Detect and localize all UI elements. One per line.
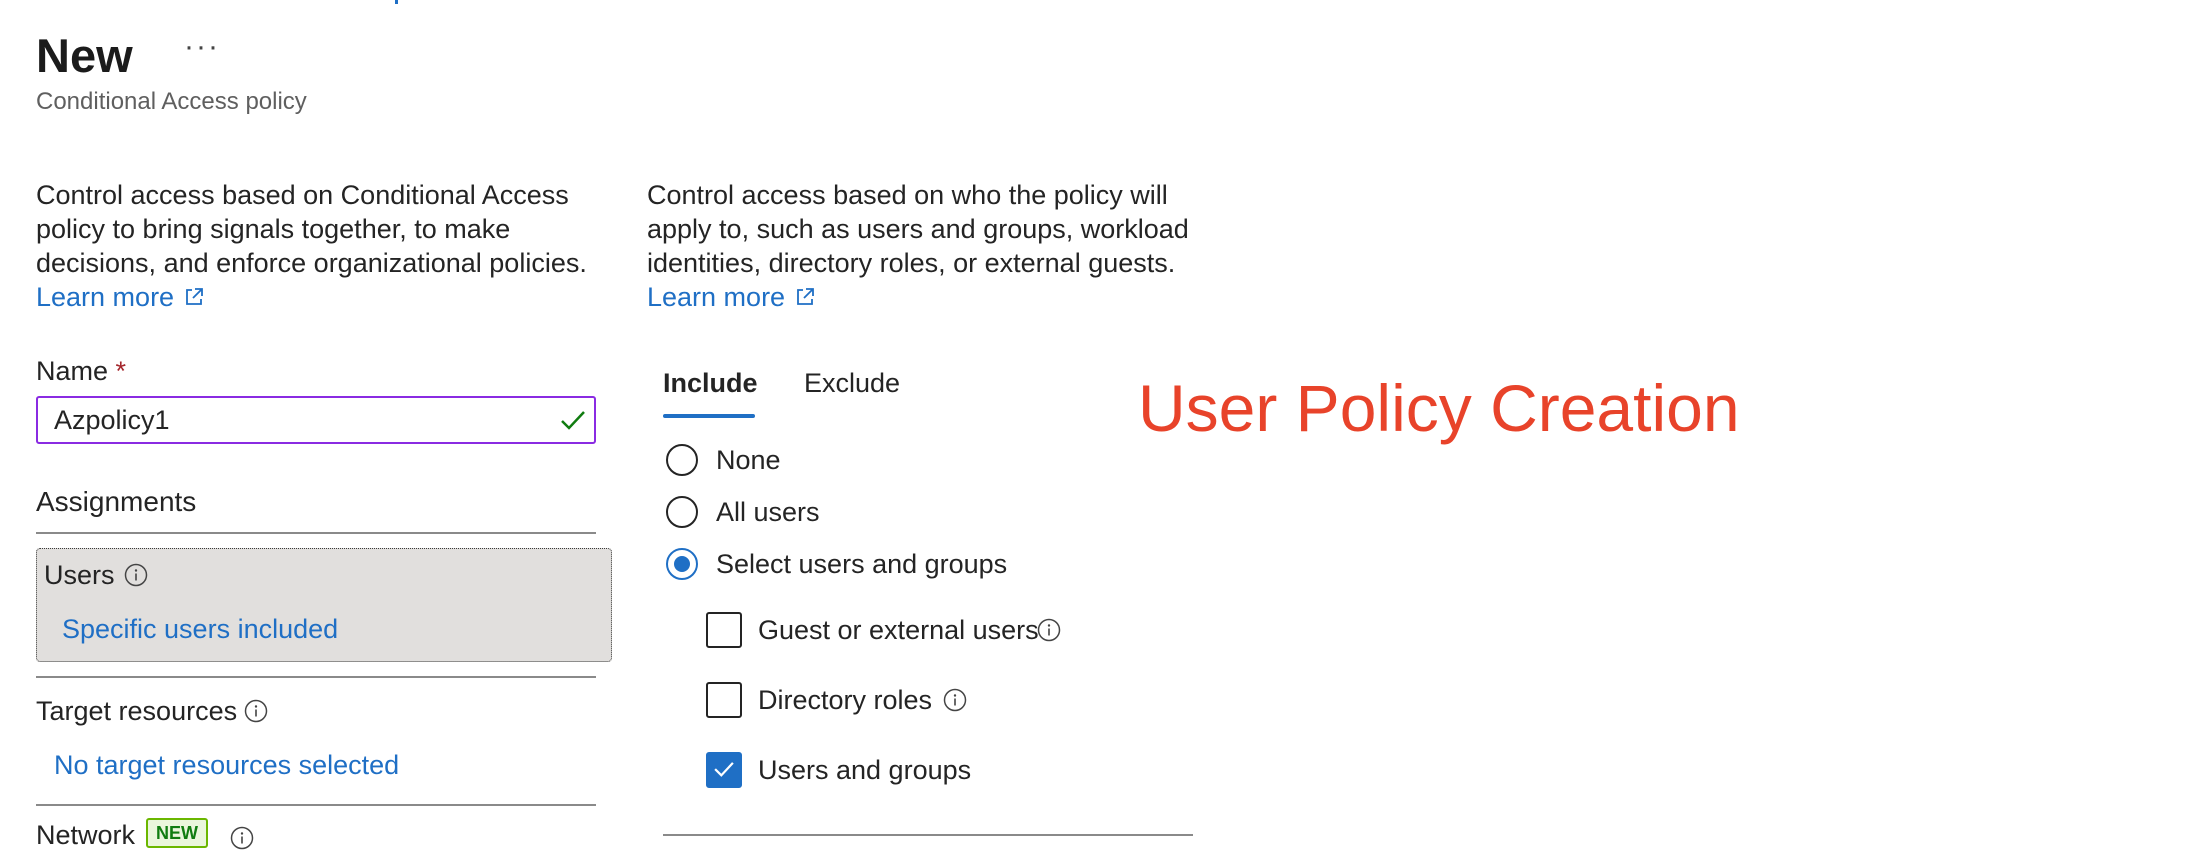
checkbox-check-icon [714,762,734,777]
divider [36,804,596,806]
radio-option-none[interactable]: None [666,444,781,476]
tab-exclude[interactable]: Exclude [804,368,900,399]
assignments-heading: Assignments [36,486,197,517]
radio-option-select-users-and-groups[interactable]: Select users and groups [666,548,1007,580]
checkbox-users-and-groups[interactable]: Users and groups [706,752,971,788]
checkmark-icon [561,411,585,430]
checkbox-label: Directory roles [758,684,933,715]
info-icon[interactable] [943,688,967,712]
checkbox-label: Guest or external users [758,614,1039,645]
external-link-icon [797,288,814,305]
policy-description: Control access based on Conditional Acce… [36,178,596,314]
active-tab-indicator [663,414,755,418]
divider [36,676,596,678]
info-icon[interactable] [244,699,268,723]
info-icon[interactable] [230,826,254,850]
top-link-fragment [395,0,404,4]
name-label-text: Name [36,356,109,386]
page-subtitle: Conditional Access policy [36,88,307,115]
users-description: Control access based on who the policy w… [647,178,1207,314]
radio-label: All users [716,496,820,527]
new-badge: NEW [146,818,208,848]
checkbox-directory-roles[interactable]: Directory roles [706,682,932,718]
checkbox[interactable] [706,682,742,718]
required-marker: * [115,356,127,386]
page-title: New [36,29,133,82]
users-value-link[interactable]: Specific users included [62,614,338,645]
users-label: Users [44,560,115,590]
policy-name-input[interactable] [36,396,596,444]
radio-option-all-users[interactable]: All users [666,496,820,528]
info-icon[interactable] [1037,618,1061,642]
info-icon[interactable] [124,563,148,587]
target-resources-value-link[interactable]: No target resources selected [54,750,399,781]
users-description-text: Control access based on who the policy w… [647,180,1189,278]
learn-more-label: Learn more [647,282,786,312]
external-link-icon [186,288,203,305]
more-options-icon[interactable]: ··· [184,30,220,64]
checkbox-guest-or-external-users[interactable]: Guest or external users [706,612,1039,648]
checkbox[interactable] [706,612,742,648]
name-label: Name * [36,356,126,387]
radio-label: Select users and groups [716,548,1008,579]
divider [36,532,596,534]
learn-more-label: Learn more [36,282,175,312]
checkbox-checked[interactable] [706,752,742,788]
radio-label: None [716,444,781,475]
radio-button[interactable] [666,496,698,528]
annotation-text: User Policy Creation [1138,371,1740,445]
radio-button[interactable] [666,444,698,476]
target-resources-label: Target resources [36,696,238,726]
tab-include[interactable]: Include [663,368,758,399]
learn-more-link-right[interactable]: Learn more [647,280,815,314]
radio-button-selected[interactable] [666,548,698,580]
checkbox-label: Users and groups [758,754,972,785]
policy-description-text: Control access based on Conditional Acce… [36,180,587,278]
learn-more-link-left[interactable]: Learn more [36,280,204,314]
